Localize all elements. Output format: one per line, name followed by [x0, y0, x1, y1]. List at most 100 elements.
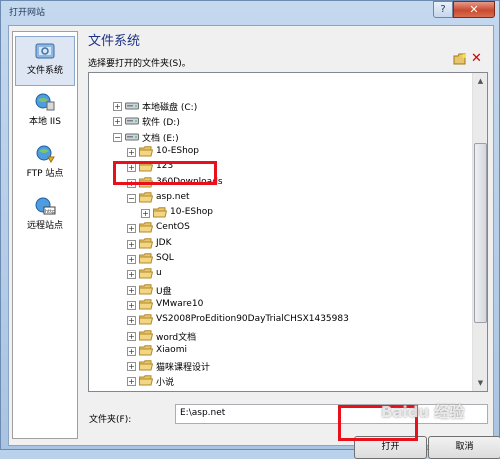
place-remote-site[interactable]: http 远程站点 — [15, 192, 75, 242]
tree-item-label: word文档 — [156, 332, 197, 343]
tree-item-label: SQL — [156, 253, 174, 263]
tree-folder-row[interactable]: + VMware10 — [89, 298, 469, 312]
tree-item-label: 猫咪课程设计 — [156, 363, 211, 374]
help-button[interactable]: ? — [433, 1, 453, 18]
window-title: 打开网站 — [9, 8, 46, 18]
tree-folder-row[interactable]: +迅雷下载 — [89, 390, 469, 391]
annotation-highlight-folder — [113, 161, 217, 185]
title-bar[interactable]: 打开网站 ? ✕ — [1, 1, 499, 23]
svg-text:http: http — [45, 209, 55, 215]
tree-folder-row[interactable]: + Xiaomi — [89, 344, 469, 358]
expand-icon[interactable]: + — [127, 331, 136, 341]
place-local-iis[interactable]: 本地 IIS — [15, 88, 75, 138]
expand-icon[interactable]: + — [127, 239, 136, 249]
folder-icon — [144, 390, 152, 391]
place-label: FTP 站点 — [26, 169, 64, 179]
expand-icon[interactable]: + — [127, 346, 136, 356]
tree-scrollbar[interactable]: ▲ ▼ — [472, 73, 487, 391]
remote-site-icon: http — [35, 197, 56, 215]
expand-icon[interactable]: + — [127, 300, 136, 310]
tree-item-label: asp.net — [156, 191, 190, 202]
dialog-client-area: 文件系统 本地 IIS FTP 站点 http 远程站点 文件系统 选择要打开的… — [8, 25, 500, 459]
drive-icon — [125, 117, 139, 125]
folder-icon — [139, 299, 153, 310]
folder-tree[interactable]: + 本地磁盘 (C:) + 软件 (D:) − 文档 (E:) +10-EShop +123 +… — [88, 72, 488, 392]
folder-icon — [139, 375, 153, 386]
select-folder-prompt: 选择要打开的文件夹(S)。 — [88, 59, 191, 69]
tree-folder-row[interactable]: + VS2008ProEdition90DayTrialCHSX1435983 — [89, 313, 469, 327]
expand-icon[interactable]: + — [127, 377, 136, 387]
collapse-icon[interactable]: − — [127, 193, 136, 203]
folder-icon — [139, 237, 153, 249]
file-system-icon — [35, 43, 55, 59]
tree-item-label: VS2008ProEdition90DayTrialCHSX1435983 — [156, 314, 349, 325]
place-label: 本地 IIS — [29, 117, 61, 127]
folder-icon — [139, 345, 153, 356]
scroll-up-icon[interactable]: ▲ — [473, 73, 487, 89]
tree-folder-row[interactable]: + JDK — [89, 237, 469, 251]
close-button[interactable]: ✕ — [453, 1, 495, 18]
scroll-thumb[interactable] — [474, 143, 487, 323]
expand-icon[interactable]: + — [127, 270, 136, 280]
tree-item-label: Xiaomi — [156, 344, 187, 355]
expand-icon[interactable]: + — [127, 255, 136, 264]
folder-icon — [139, 268, 153, 279]
local-iis-icon — [35, 93, 55, 111]
tree-item-label: 小说 — [156, 378, 175, 389]
tree-folder-row[interactable]: + u — [89, 267, 469, 281]
expand-icon[interactable]: + — [113, 117, 122, 127]
tree-item-label: 软件 (D:) — [142, 118, 180, 129]
tree-folder-row[interactable]: + SQL — [89, 252, 469, 266]
location-sidebar: 文件系统 本地 IIS FTP 站点 http 远程站点 — [12, 31, 78, 439]
collapse-icon[interactable]: − — [113, 132, 122, 142]
folder-icon — [139, 192, 153, 203]
folder-icon — [139, 329, 153, 340]
expand-icon[interactable]: + — [113, 102, 122, 111]
folder-icon — [139, 283, 153, 295]
folder-icon — [139, 360, 153, 371]
tree-folder-row[interactable]: + CentOS — [89, 221, 469, 235]
watermark: Baidu 经验 — [381, 403, 465, 421]
drive-icon — [125, 133, 139, 141]
folder-icon — [139, 146, 153, 157]
expand-icon[interactable]: + — [141, 209, 150, 219]
drive-icon — [125, 102, 139, 110]
tree-folder-row[interactable]: + word文档 — [89, 329, 469, 343]
place-label: 远程站点 — [26, 221, 63, 231]
place-label: 文件系统 — [26, 66, 63, 76]
tree-item-label: JDK — [156, 237, 172, 248]
folder-icon — [139, 253, 153, 264]
tree-item-label: 文档 (E:) — [142, 133, 179, 144]
cancel-button[interactable]: 取消 — [428, 436, 500, 459]
tree-drive-row[interactable]: + 软件 (D:) — [89, 114, 469, 128]
scroll-down-icon[interactable]: ▼ — [473, 375, 487, 391]
place-file-system[interactable]: 文件系统 — [15, 36, 75, 86]
tree-folder-row[interactable]: +10-EShop — [89, 145, 469, 159]
folder-field-label: 文件夹(F): — [89, 415, 132, 425]
place-ftp-site[interactable]: FTP 站点 — [15, 140, 75, 190]
expand-icon[interactable]: + — [127, 224, 136, 234]
tree-folder-row[interactable]: + U盘 — [89, 283, 469, 297]
tree-item-label: 10-EShop — [156, 145, 200, 156]
expand-icon[interactable]: + — [127, 285, 136, 295]
expand-icon[interactable]: + — [127, 147, 136, 157]
page-title: 文件系统 — [88, 34, 141, 49]
tree-item-label: VMware10 — [156, 298, 204, 309]
new-folder-icon[interactable] — [453, 53, 467, 65]
tree-item-label: 本地磁盘 (C:) — [142, 103, 198, 113]
folder-icon — [139, 314, 153, 325]
tree-folder-row[interactable]: − asp.net — [89, 191, 469, 205]
tree-folder-row[interactable]: + 小说 — [89, 374, 469, 388]
tree-item-label: CentOS — [156, 222, 190, 233]
tree-item-label: U盘 — [156, 286, 172, 297]
delete-icon[interactable]: ✕ — [471, 51, 482, 66]
folder-icon — [153, 207, 167, 218]
tree-folder-row[interactable]: +10-EShop — [89, 206, 469, 220]
expand-icon[interactable]: + — [127, 362, 136, 372]
tree-folder-row[interactable]: + 猫咪课程设计 — [89, 359, 469, 373]
ftp-site-icon — [36, 145, 55, 163]
tree-drive-row[interactable]: + 本地磁盘 (C:) — [89, 99, 469, 113]
expand-icon[interactable]: + — [127, 316, 136, 326]
tree-drive-row[interactable]: − 文档 (E:) — [89, 130, 469, 144]
folder-icon — [139, 222, 153, 233]
